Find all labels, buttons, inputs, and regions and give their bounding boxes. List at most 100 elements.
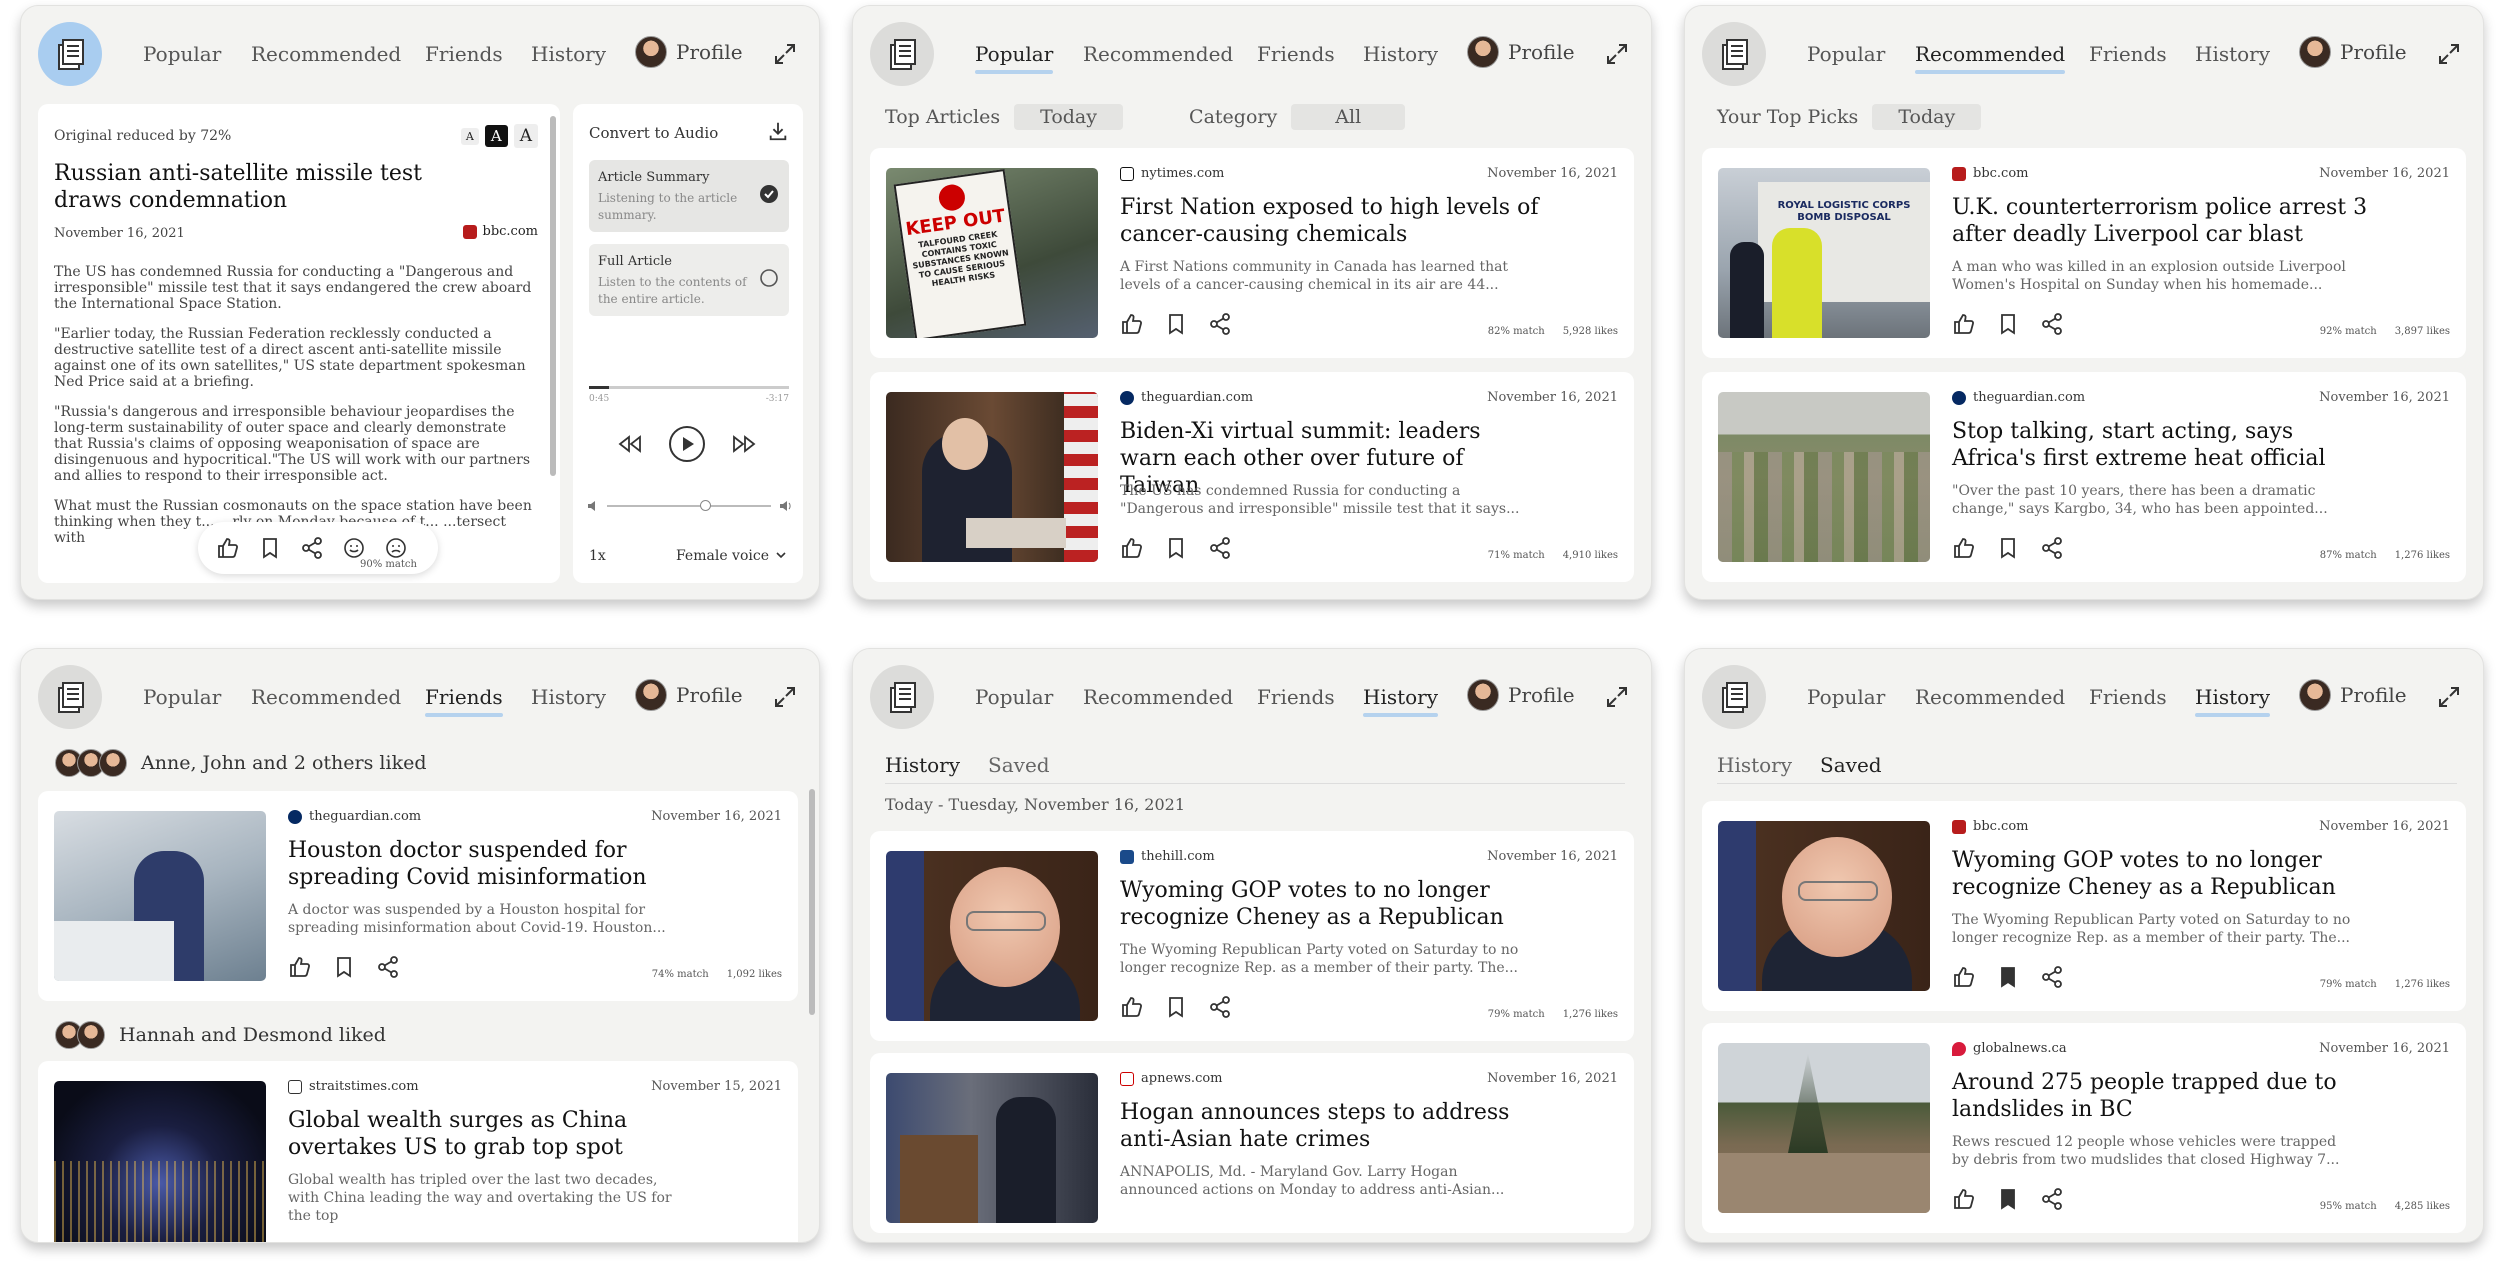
fast-forward-icon[interactable] xyxy=(731,434,757,454)
article-card[interactable]: straitstimes.com November 15, 2021 Globa… xyxy=(38,1061,798,1242)
article-title[interactable]: U.K. counterterrorism police arrest 3 af… xyxy=(1952,194,2372,248)
font-small-button[interactable]: A xyxy=(460,127,479,145)
tab-recommended[interactable]: Recommended xyxy=(1915,685,2065,709)
tab-history[interactable]: History xyxy=(531,685,606,709)
like-icon[interactable] xyxy=(1952,965,1976,989)
tab-popular[interactable]: Popular xyxy=(975,42,1054,74)
volume-knob[interactable] xyxy=(700,500,712,511)
article-title[interactable]: Wyoming GOP votes to no longer recognize… xyxy=(1952,847,2372,901)
like-icon[interactable] xyxy=(1120,312,1144,336)
like-icon[interactable] xyxy=(1120,536,1144,560)
bookmark-icon[interactable] xyxy=(1164,312,1188,336)
download-icon[interactable] xyxy=(767,120,789,142)
app-logo-icon[interactable] xyxy=(38,22,102,86)
share-icon[interactable] xyxy=(2040,965,2064,989)
article-card[interactable]: apnews.com November 16, 2021 Hogan annou… xyxy=(870,1053,1634,1233)
bookmark-icon[interactable] xyxy=(332,955,356,979)
play-icon[interactable] xyxy=(669,426,705,462)
tab-history[interactable]: History xyxy=(531,42,606,66)
smile-icon[interactable] xyxy=(342,536,366,560)
article-card[interactable]: theguardian.com November 16, 2021 Biden-… xyxy=(870,372,1634,582)
article-title[interactable]: Around 275 people trapped due to landsli… xyxy=(1952,1069,2372,1123)
expand-icon[interactable] xyxy=(2437,42,2461,66)
voice-selector[interactable]: Female voice xyxy=(676,548,787,564)
like-icon[interactable] xyxy=(1120,995,1144,1019)
share-icon[interactable] xyxy=(2040,536,2064,560)
like-icon[interactable] xyxy=(1952,1187,1976,1211)
article-card[interactable]: theguardian.com November 16, 2021 Housto… xyxy=(38,791,798,1001)
article-title[interactable]: Wyoming GOP votes to no longer recognize… xyxy=(1120,877,1540,931)
tab-history[interactable]: History xyxy=(2195,685,2271,717)
speed-selector[interactable]: 1x xyxy=(589,548,606,564)
tab-recommended[interactable]: Recommended xyxy=(1083,685,1233,709)
tab-history[interactable]: History xyxy=(1363,685,1439,717)
option-full[interactable]: Full Article Listen to the contents of t… xyxy=(589,244,789,316)
article-card[interactable]: ROYAL LOGISTIC CORPS BOMB DISPOSAL bbc.c… xyxy=(1702,148,2466,358)
bookmark-filled-icon[interactable] xyxy=(1996,965,2020,989)
tab-popular[interactable]: Popular xyxy=(143,685,221,709)
subtab-history[interactable]: History xyxy=(1717,753,1792,777)
tab-recommended[interactable]: Recommended xyxy=(1083,42,1233,66)
tab-popular[interactable]: Popular xyxy=(975,685,1053,709)
profile-link[interactable]: Profile xyxy=(1467,679,1575,711)
profile-link[interactable]: Profile xyxy=(2299,36,2407,68)
radio-icon[interactable] xyxy=(759,268,779,288)
share-icon[interactable] xyxy=(2040,1187,2064,1211)
bookmark-icon[interactable] xyxy=(1996,536,2020,560)
subtab-history[interactable]: History xyxy=(885,753,960,777)
expand-icon[interactable] xyxy=(773,42,797,66)
check-icon[interactable] xyxy=(759,184,779,204)
font-large-button[interactable]: A xyxy=(513,124,538,148)
like-icon[interactable] xyxy=(1952,312,1976,336)
profile-link[interactable]: Profile xyxy=(635,679,743,711)
tab-popular[interactable]: Popular xyxy=(1807,42,1885,66)
like-icon[interactable] xyxy=(1952,536,1976,560)
article-card[interactable]: KEEP OUT TALFOURD CREEK CONTAINS TOXIC S… xyxy=(870,148,1634,358)
tab-recommended[interactable]: Recommended xyxy=(251,42,401,66)
app-logo-icon[interactable] xyxy=(870,665,934,729)
share-icon[interactable] xyxy=(376,955,400,979)
tab-friends[interactable]: Friends xyxy=(1257,42,1335,66)
rewind-icon[interactable] xyxy=(617,434,643,454)
share-icon[interactable] xyxy=(1208,536,1232,560)
article-card[interactable]: theguardian.com November 16, 2021 Stop t… xyxy=(1702,372,2466,582)
subtab-saved[interactable]: Saved xyxy=(988,753,1050,777)
seek-bar[interactable] xyxy=(589,386,789,389)
bookmark-icon[interactable] xyxy=(1996,312,2020,336)
bookmark-icon[interactable] xyxy=(1164,995,1188,1019)
tab-history[interactable]: History xyxy=(2195,42,2270,66)
share-icon[interactable] xyxy=(300,536,324,560)
subtab-saved[interactable]: Saved xyxy=(1820,753,1882,777)
tab-friends[interactable]: Friends xyxy=(1257,685,1335,709)
article-card[interactable]: bbc.com November 16, 2021 Wyoming GOP vo… xyxy=(1702,801,2466,1011)
profile-link[interactable]: Profile xyxy=(1467,36,1575,68)
article-title[interactable]: Houston doctor suspended for spreading C… xyxy=(288,837,708,891)
volume-slider[interactable] xyxy=(607,500,771,511)
tab-friends[interactable]: Friends xyxy=(425,685,503,717)
bookmark-icon[interactable] xyxy=(1164,536,1188,560)
today-filter[interactable]: Today xyxy=(1014,104,1123,130)
app-logo-icon[interactable] xyxy=(38,665,102,729)
expand-icon[interactable] xyxy=(1605,685,1629,709)
option-summary[interactable]: Article Summary Listening to the article… xyxy=(589,160,789,232)
profile-link[interactable]: Profile xyxy=(635,36,743,68)
article-title[interactable]: Hogan announces steps to address anti-As… xyxy=(1120,1099,1540,1153)
tab-recommended[interactable]: Recommended xyxy=(1915,42,2066,74)
frown-icon[interactable] xyxy=(384,536,408,560)
category-filter[interactable]: All xyxy=(1291,104,1406,130)
scrollbar[interactable] xyxy=(550,116,556,476)
article-title[interactable]: Global wealth surges as China overtakes … xyxy=(288,1107,708,1161)
tab-popular[interactable]: Popular xyxy=(1807,685,1885,709)
tab-friends[interactable]: Friends xyxy=(2089,42,2167,66)
tab-friends[interactable]: Friends xyxy=(425,42,503,66)
article-title[interactable]: Stop talking, start acting, says Africa'… xyxy=(1952,418,2372,472)
scrollbar[interactable] xyxy=(809,789,815,1015)
app-logo-icon[interactable] xyxy=(1702,665,1766,729)
app-logo-icon[interactable] xyxy=(870,22,934,86)
expand-icon[interactable] xyxy=(2437,685,2461,709)
bookmark-filled-icon[interactable] xyxy=(1996,1187,2020,1211)
bookmark-icon[interactable] xyxy=(258,536,282,560)
like-icon[interactable] xyxy=(288,955,312,979)
expand-icon[interactable] xyxy=(1605,42,1629,66)
share-icon[interactable] xyxy=(2040,312,2064,336)
